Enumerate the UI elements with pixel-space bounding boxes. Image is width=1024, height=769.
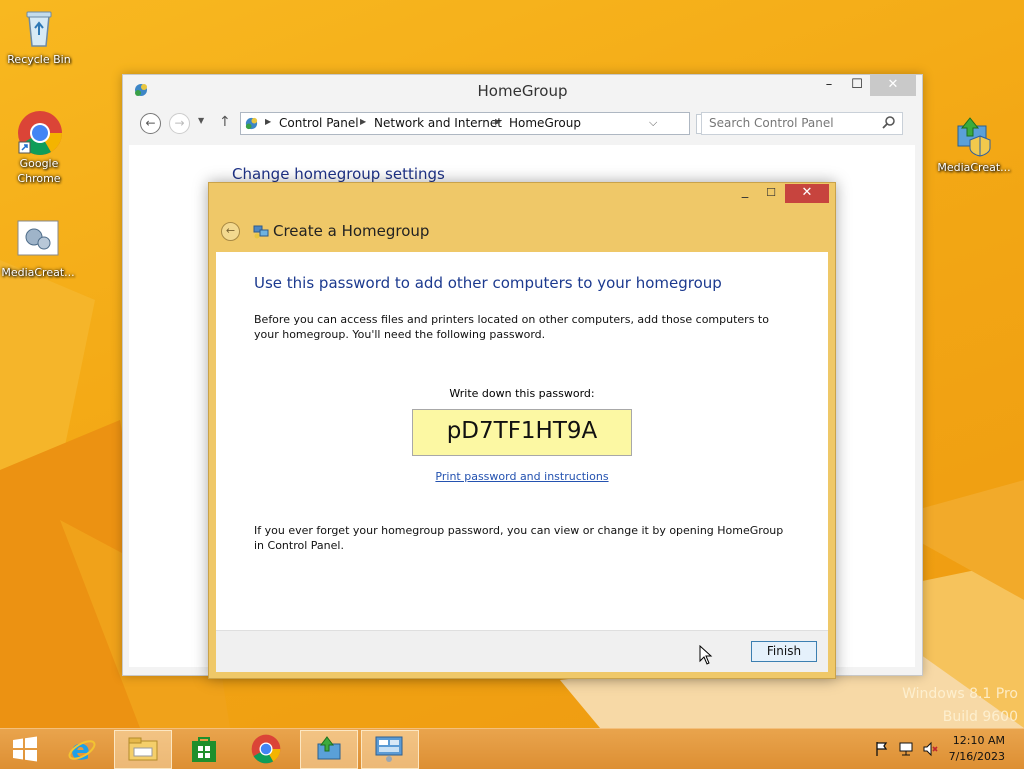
up-arrow-button[interactable]: ↑ <box>219 114 231 130</box>
start-button[interactable] <box>0 730 48 767</box>
create-homegroup-dialog: _ ☐ ✕ ← Create a Homegroup Use this pass… <box>208 182 836 679</box>
dialog-heading: Use this password to add other computers… <box>254 274 722 292</box>
mouse-cursor-icon <box>699 645 713 665</box>
clock-date[interactable]: 7/16/2023 <box>935 750 1005 763</box>
forward-button[interactable]: → <box>169 113 190 134</box>
desktop-icon-mediacreation-left[interactable]: MediaCreat... <box>0 219 76 280</box>
recent-locations-chevron-icon[interactable]: ▼ <box>198 116 204 125</box>
start-icon <box>13 736 37 762</box>
intro-text: Before you can access files and printers… <box>254 313 769 341</box>
chrome-icon <box>17 110 62 155</box>
network-icon[interactable] <box>898 741 914 757</box>
page-heading: Change homegroup settings <box>232 165 445 183</box>
breadcrumb-separator-icon: ▶ <box>265 117 272 126</box>
file-explorer-icon <box>128 737 158 761</box>
control-panel-icon <box>244 116 259 134</box>
desktop-icon-recycle-bin[interactable]: Recycle Bin <box>1 6 77 67</box>
dialog-title: Create a Homegroup <box>273 222 430 240</box>
dialog-back-button[interactable]: ← <box>221 222 240 241</box>
password-label: Write down this password: <box>449 387 595 400</box>
os-watermark-build: Build 9600 <box>942 709 1018 725</box>
desktop-icon-label: Recycle Bin <box>7 53 71 66</box>
address-bar[interactable]: ▶ Control Panel ▶ Network and Internet ▶… <box>240 112 690 135</box>
media-creation-tool-icon <box>317 736 341 760</box>
taskbar-media-creation-tool[interactable] <box>300 730 358 769</box>
breadcrumb-control-panel[interactable]: Control Panel <box>279 116 359 130</box>
address-dropdown-chevron-icon[interactable]: ⌵ <box>649 116 657 130</box>
title-bar[interactable]: HomeGroup – ☐ ✕ <box>123 75 922 105</box>
close-button[interactable]: ✕ <box>870 75 916 96</box>
dialog-body: Use this password to add other computers… <box>216 252 828 630</box>
forgot-password-note: If you ever forget your homegroup passwo… <box>254 524 784 552</box>
taskbar-control-panel[interactable] <box>361 730 419 769</box>
minimize-button[interactable]: – <box>815 75 843 96</box>
desktop-icon-label: MediaCreat... <box>1 266 75 279</box>
finish-button[interactable]: Finish <box>751 641 817 662</box>
control-panel-icon <box>375 736 403 762</box>
os-watermark-edition: Windows 8.1 Pro <box>902 686 1018 702</box>
dialog-maximize-button[interactable]: ☐ <box>759 184 783 203</box>
search-input[interactable]: Search Control Panel <box>701 112 903 135</box>
taskbar-file-explorer[interactable] <box>114 730 172 769</box>
search-icon[interactable] <box>882 115 896 132</box>
window-title: HomeGroup <box>477 82 568 100</box>
dialog-minimize-button[interactable]: _ <box>733 184 757 203</box>
taskbar: e 12:10 AM 7/16/2023 <box>0 728 1024 769</box>
desktop-icon-mediacreation-right[interactable]: MediaCreat... <box>936 114 1012 175</box>
breadcrumb-homegroup[interactable]: HomeGroup <box>509 116 581 130</box>
navigation-bar: ← → ▼ ↑ ▶ Control Panel ▶ Network and In… <box>123 107 922 137</box>
maximize-button[interactable]: ☐ <box>843 75 871 96</box>
homegroup-icon <box>253 223 269 242</box>
dialog-close-button[interactable]: ✕ <box>785 184 829 203</box>
internet-explorer-icon: e <box>68 734 96 764</box>
chrome-icon <box>251 734 281 764</box>
breadcrumb-separator-icon: ▶ <box>360 117 367 126</box>
breadcrumb-network-and-internet[interactable]: Network and Internet <box>374 116 502 130</box>
clock-time[interactable]: 12:10 AM <box>935 734 1005 747</box>
breadcrumb-separator-icon: ▶ <box>495 117 502 126</box>
dialog-footer: Finish <box>216 630 828 672</box>
store-icon <box>192 737 216 762</box>
taskbar-chrome[interactable] <box>238 730 294 767</box>
recycle-bin-icon <box>17 6 61 50</box>
back-button[interactable]: ← <box>140 113 161 134</box>
desktop-icon-google-chrome[interactable]: Google Chrome <box>1 110 77 186</box>
print-password-link[interactable]: Print password and instructions <box>216 470 828 483</box>
search-placeholder: Search Control Panel <box>709 116 834 130</box>
desktop-icon-label: Google Chrome <box>17 157 61 185</box>
homegroup-password: pD7TF1HT9A <box>412 409 632 456</box>
action-center-flag-icon[interactable] <box>874 741 890 757</box>
taskbar-internet-explorer[interactable]: e <box>54 730 110 767</box>
media-creation-tool-icon <box>952 114 996 158</box>
desktop-icon-label: MediaCreat... <box>937 161 1011 174</box>
media-creation-tool-icon <box>16 219 60 263</box>
print-password-link-text[interactable]: Print password and instructions <box>435 470 608 483</box>
taskbar-store[interactable] <box>176 730 232 767</box>
